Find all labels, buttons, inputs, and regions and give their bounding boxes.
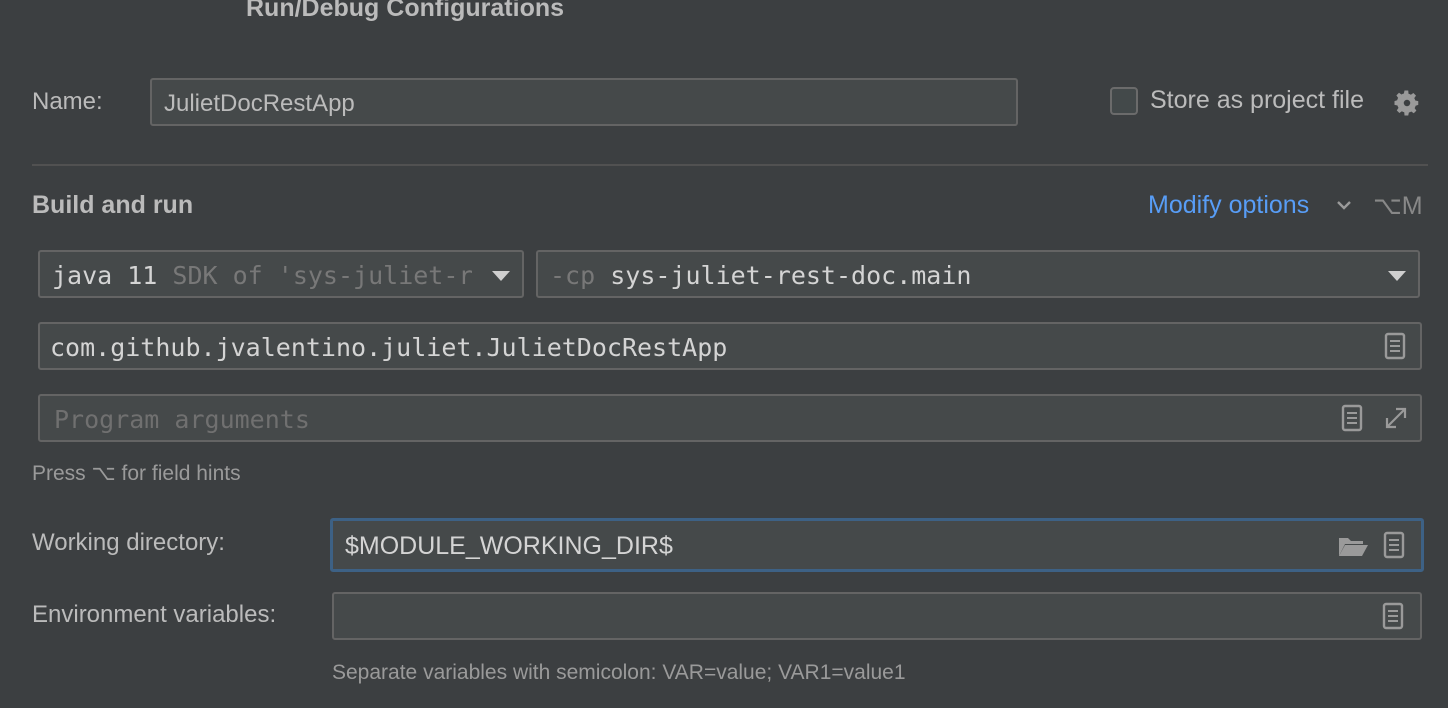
jdk-description: SDK of 'sys-juliet-r — [172, 261, 472, 290]
store-as-project-label[interactable]: Store as project file — [1150, 86, 1364, 115]
document-icon[interactable] — [1382, 602, 1404, 630]
classpath-select[interactable]: -cp sys-juliet-rest-doc.main — [536, 250, 1420, 298]
folder-icon[interactable] — [1337, 534, 1369, 558]
working-directory-value: $MODULE_WORKING_DIR$ — [345, 532, 673, 560]
chevron-down-icon[interactable] — [1334, 198, 1354, 212]
program-arguments-placeholder: Program arguments — [54, 405, 310, 434]
gear-icon[interactable] — [1392, 88, 1422, 118]
expand-icon[interactable] — [1382, 404, 1410, 432]
main-class-field[interactable]: com.github.jvalentino.juliet.JulietDocRe… — [38, 322, 1422, 370]
classpath-flag: -cp — [550, 261, 596, 290]
dropdown-arrow-icon — [1388, 271, 1406, 281]
classpath-module: sys-juliet-rest-doc.main — [610, 261, 972, 290]
environment-variables-hint: Separate variables with semicolon: VAR=v… — [332, 661, 906, 684]
modify-options-shortcut: ⌥M — [1373, 192, 1423, 220]
working-directory-label: Working directory: — [32, 529, 225, 556]
dialog-title: Run/Debug Configurations — [246, 0, 565, 22]
main-class-value: com.github.jvalentino.juliet.JulietDocRe… — [50, 333, 728, 362]
jdk-select[interactable]: java 11 SDK of 'sys-juliet-r — [38, 250, 524, 298]
name-label: Name: — [32, 88, 103, 115]
section-divider — [32, 164, 1428, 166]
environment-variables-field[interactable] — [332, 592, 1422, 640]
program-arguments-field[interactable]: Program arguments — [38, 394, 1422, 442]
document-icon[interactable] — [1341, 404, 1363, 432]
build-and-run-title: Build and run — [32, 191, 194, 219]
name-value: JulietDocRestApp — [164, 90, 355, 117]
document-icon[interactable] — [1384, 332, 1406, 360]
name-field[interactable]: JulietDocRestApp — [150, 78, 1018, 126]
working-directory-field[interactable]: $MODULE_WORKING_DIR$ — [330, 518, 1424, 572]
document-icon[interactable] — [1383, 531, 1405, 559]
field-hints-text: Press ⌥ for field hints — [32, 462, 241, 485]
modify-options-link[interactable]: Modify options — [1148, 191, 1309, 220]
store-as-project-checkbox[interactable] — [1110, 87, 1138, 115]
dropdown-arrow-icon — [492, 271, 510, 281]
environment-variables-label: Environment variables: — [32, 601, 277, 628]
jdk-version: java 11 — [52, 261, 158, 290]
